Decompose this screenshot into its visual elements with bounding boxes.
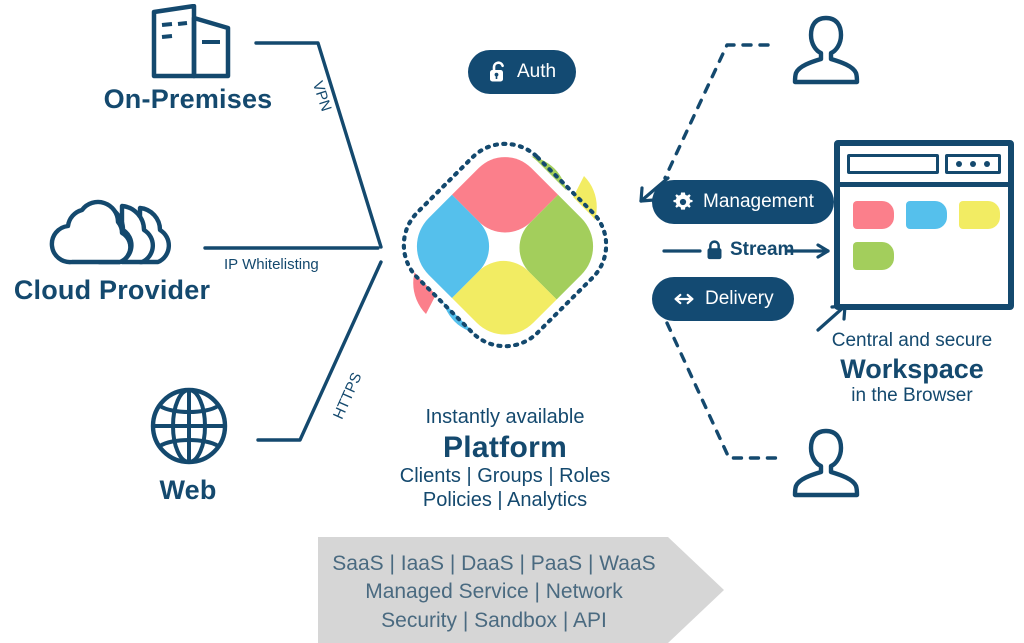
services-banner: SaaS | IaaS | DaaS | PaaS | WaaS Managed… — [318, 537, 724, 643]
dot-icon — [970, 161, 976, 167]
banner-text: SaaS | IaaS | DaaS | PaaS | WaaS Managed… — [318, 550, 670, 636]
left-right-arrow-icon — [674, 293, 694, 305]
on-premises-label: On-Premises — [103, 84, 273, 114]
web-label: Web — [159, 475, 217, 505]
cloud-icon — [49, 199, 171, 265]
platform-name: Platform — [442, 430, 568, 464]
banner-line3: Security | Sandbox | API — [381, 608, 607, 632]
buildings-icon — [151, 3, 231, 79]
cloud-provider-label: Cloud Provider — [13, 275, 211, 305]
workspace-line1: Central and secure — [831, 330, 993, 351]
gear-icon — [673, 192, 693, 210]
stream-label-group: Stream — [706, 239, 794, 261]
globe-icon — [150, 387, 228, 465]
management-badge[interactable]: Management — [652, 180, 834, 224]
node-cloud-provider — [36, 190, 188, 275]
management-badge-label: Management — [703, 191, 814, 212]
user-bottom — [792, 425, 860, 508]
user-top — [792, 12, 860, 95]
platform-logo — [375, 115, 635, 375]
stream-label: Stream — [730, 239, 795, 260]
logo-pills — [401, 141, 609, 349]
banner-line2: Managed Service | Network — [365, 580, 623, 604]
workspace-text-block: Central and secure Workspace in the Brow… — [800, 330, 1024, 408]
dot-icon — [984, 161, 990, 167]
lock-icon — [707, 240, 722, 260]
user-icon — [792, 428, 860, 498]
connector-user-bottom-dashed — [665, 321, 782, 460]
banner-line1: SaaS | IaaS | DaaS | PaaS | WaaS — [332, 552, 656, 575]
auth-badge-label: Auth — [517, 61, 557, 82]
browser-window[interactable] — [834, 140, 1014, 310]
user-icon — [792, 15, 860, 85]
edge-label-ip-whitelisting: IP Whitelisting — [224, 256, 319, 273]
platform-features-line1: Clients | Groups | Roles — [399, 464, 611, 487]
delivery-badge-label: Delivery — [705, 288, 774, 309]
diagram-canvas: On-Premises Cloud Provider Web VPN IP Wh… — [0, 0, 1024, 643]
workspace-line3: in the Browser — [851, 385, 973, 407]
delivery-badge[interactable]: Delivery — [652, 277, 794, 321]
browser-menu-dots[interactable] — [945, 154, 1001, 174]
connector-vpn — [254, 41, 383, 249]
platform-tagline: Instantly available — [425, 406, 585, 428]
browser-chip-green[interactable] — [853, 242, 894, 270]
browser-chip-yellow[interactable] — [959, 201, 1000, 229]
browser-url-bar[interactable] — [847, 154, 939, 174]
browser-chip-blue[interactable] — [906, 201, 947, 229]
platform-text-block: Instantly available Platform Clients | G… — [355, 406, 655, 512]
unlock-icon — [490, 61, 504, 82]
connector-user-top-dashed — [663, 43, 770, 180]
dot-icon — [956, 161, 962, 167]
browser-chip-pink[interactable] — [853, 201, 894, 229]
node-on-premises — [142, 3, 254, 87]
platform-features-line2: Policies | Analytics — [422, 488, 588, 511]
node-web — [148, 385, 230, 472]
workspace-line2: Workspace — [840, 353, 984, 384]
auth-badge[interactable]: Auth — [468, 50, 577, 94]
